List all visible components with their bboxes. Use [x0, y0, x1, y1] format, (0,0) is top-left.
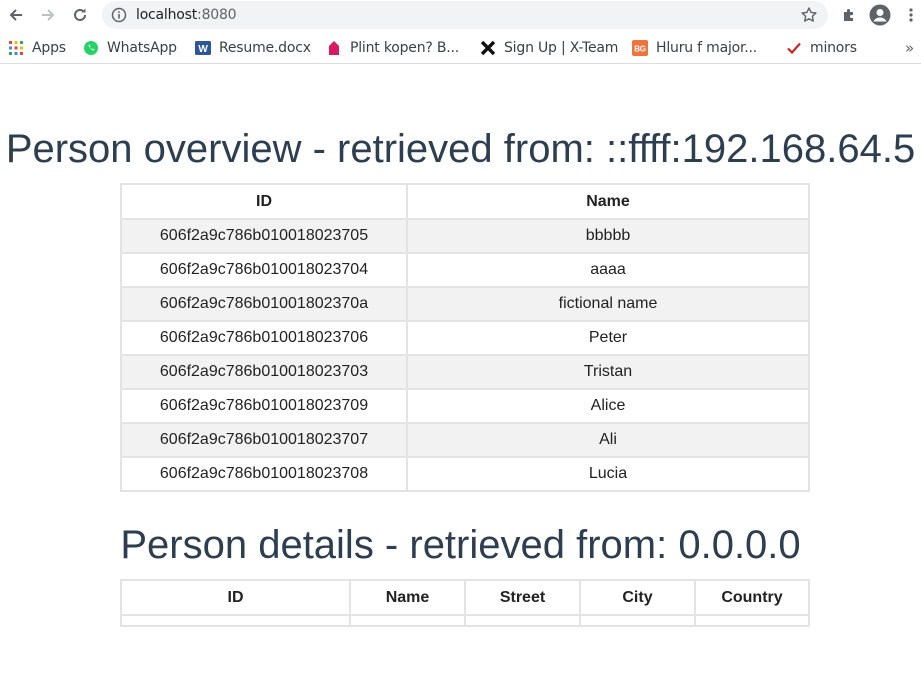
cell-id: 606f2a9c786b010018023706 [120, 320, 408, 356]
cell-id: 606f2a9c786b010018023705 [120, 218, 408, 254]
cell-name: Peter [406, 320, 810, 356]
cell-name: aaaa [406, 252, 810, 288]
column-header-id: ID [120, 579, 351, 616]
bookmark-label: minors [810, 40, 857, 56]
url-port: :8080 [197, 7, 237, 23]
table-row [120, 614, 810, 627]
browser-toolbar: localhost:8080 [0, 0, 921, 31]
bookmark-star-icon[interactable] [800, 6, 818, 24]
bookmark-hluru[interactable]: BG Hluru f major... [632, 38, 757, 58]
svg-text:W: W [198, 44, 208, 55]
bookmarks-bar: Apps WhatsApp W Resume.docx Plint kopen?… [0, 33, 921, 64]
column-header-name: Name [349, 579, 466, 616]
table-row[interactable]: 606f2a9c786b010018023707 Ali [120, 422, 810, 458]
bookmark-label: Hluru f major... [656, 40, 758, 56]
cell-name [349, 614, 466, 627]
overflow-chevron-icon: » [905, 39, 914, 57]
cell-id: 606f2a9c786b010018023703 [120, 354, 408, 390]
extensions-button[interactable] [838, 4, 860, 26]
cell-name: Ali [406, 422, 810, 458]
site-info-icon[interactable] [111, 7, 127, 23]
address-bar[interactable]: localhost:8080 [102, 1, 828, 29]
table-row[interactable]: 606f2a9c786b010018023703 Tristan [120, 354, 810, 390]
details-title: Person details - retrieved from: 0.0.0.0 [120, 523, 801, 567]
bookmark-label: Apps [32, 40, 66, 56]
reload-button[interactable] [69, 4, 91, 26]
bookmark-resume[interactable]: W Resume.docx [195, 38, 311, 58]
table-header-row: ID Name Street City Country [120, 579, 810, 616]
bookmark-apps[interactable]: Apps [8, 38, 66, 58]
forward-button[interactable] [37, 4, 59, 26]
column-header-name: Name [406, 183, 810, 220]
column-header-city: City [579, 579, 696, 616]
table-row[interactable]: 606f2a9c786b01001802370a fictional name [120, 286, 810, 322]
cell-id [120, 614, 351, 627]
reload-icon [74, 8, 86, 21]
bookmark-plint[interactable]: Plint kopen? B... [326, 38, 459, 58]
cell-country [694, 614, 810, 627]
bg-icon: BG [632, 40, 648, 56]
url-text[interactable]: localhost:8080 [136, 7, 237, 23]
cell-street [464, 614, 581, 627]
whatsapp-icon [83, 40, 99, 56]
cell-id: 606f2a9c786b010018023704 [120, 252, 408, 288]
bookmark-x-team[interactable]: Sign Up | X-Team [480, 38, 618, 58]
column-header-id: ID [120, 183, 408, 220]
column-header-street: Street [464, 579, 581, 616]
cell-id: 606f2a9c786b01001802370a [120, 286, 408, 322]
overview-title: Person overview - retrieved from: ::ffff… [5, 127, 916, 171]
cell-id: 606f2a9c786b010018023708 [120, 456, 408, 492]
cell-name: Tristan [406, 354, 810, 390]
table-row[interactable]: 606f2a9c786b010018023708 Lucia [120, 456, 810, 492]
cell-name: Lucia [406, 456, 810, 492]
profile-button[interactable] [869, 4, 891, 26]
table-row[interactable]: 606f2a9c786b010018023704 aaaa [120, 252, 810, 288]
back-button[interactable] [5, 4, 27, 26]
bookmark-label: Sign Up | X-Team [504, 40, 619, 56]
cell-name: fictional name [406, 286, 810, 322]
table-row[interactable]: 606f2a9c786b010018023709 Alice [120, 388, 810, 424]
bookmark-label: Plint kopen? B... [350, 40, 460, 56]
table-header-row: ID Name [120, 183, 810, 220]
svg-text:BG: BG [634, 45, 646, 54]
word-doc-icon: W [195, 40, 211, 56]
column-header-country: Country [694, 579, 810, 616]
table-row[interactable]: 606f2a9c786b010018023705 bbbbb [120, 218, 810, 254]
back-arrow-icon [9, 9, 22, 21]
cell-city [579, 614, 696, 627]
cell-id: 606f2a9c786b010018023707 [120, 422, 408, 458]
cell-name: bbbbb [406, 218, 810, 254]
kebab-menu-icon [909, 8, 913, 22]
forward-arrow-icon [42, 9, 55, 21]
puzzle-icon [844, 9, 853, 21]
bookmark-whatsapp[interactable]: WhatsApp [83, 38, 177, 58]
avatar-icon [869, 4, 891, 26]
plint-icon [326, 40, 342, 56]
bookmark-minors[interactable]: minors [786, 38, 857, 58]
person-details-table: ID Name Street City Country [120, 579, 810, 627]
browser-menu-button[interactable] [903, 4, 919, 26]
x-team-icon [480, 40, 496, 56]
table-row[interactable]: 606f2a9c786b010018023706 Peter [120, 320, 810, 356]
bookmark-label: Resume.docx [219, 40, 311, 56]
url-host: localhost [136, 7, 198, 23]
cell-id: 606f2a9c786b010018023709 [120, 388, 408, 424]
person-overview-table: ID Name 606f2a9c786b010018023705 bbbbb 6… [120, 183, 810, 492]
cell-name: Alice [406, 388, 810, 424]
bookmark-label: WhatsApp [107, 40, 177, 56]
apps-grid-icon [8, 40, 24, 56]
bookmarks-overflow-button[interactable]: » [905, 38, 914, 58]
checkmark-icon [786, 40, 802, 56]
